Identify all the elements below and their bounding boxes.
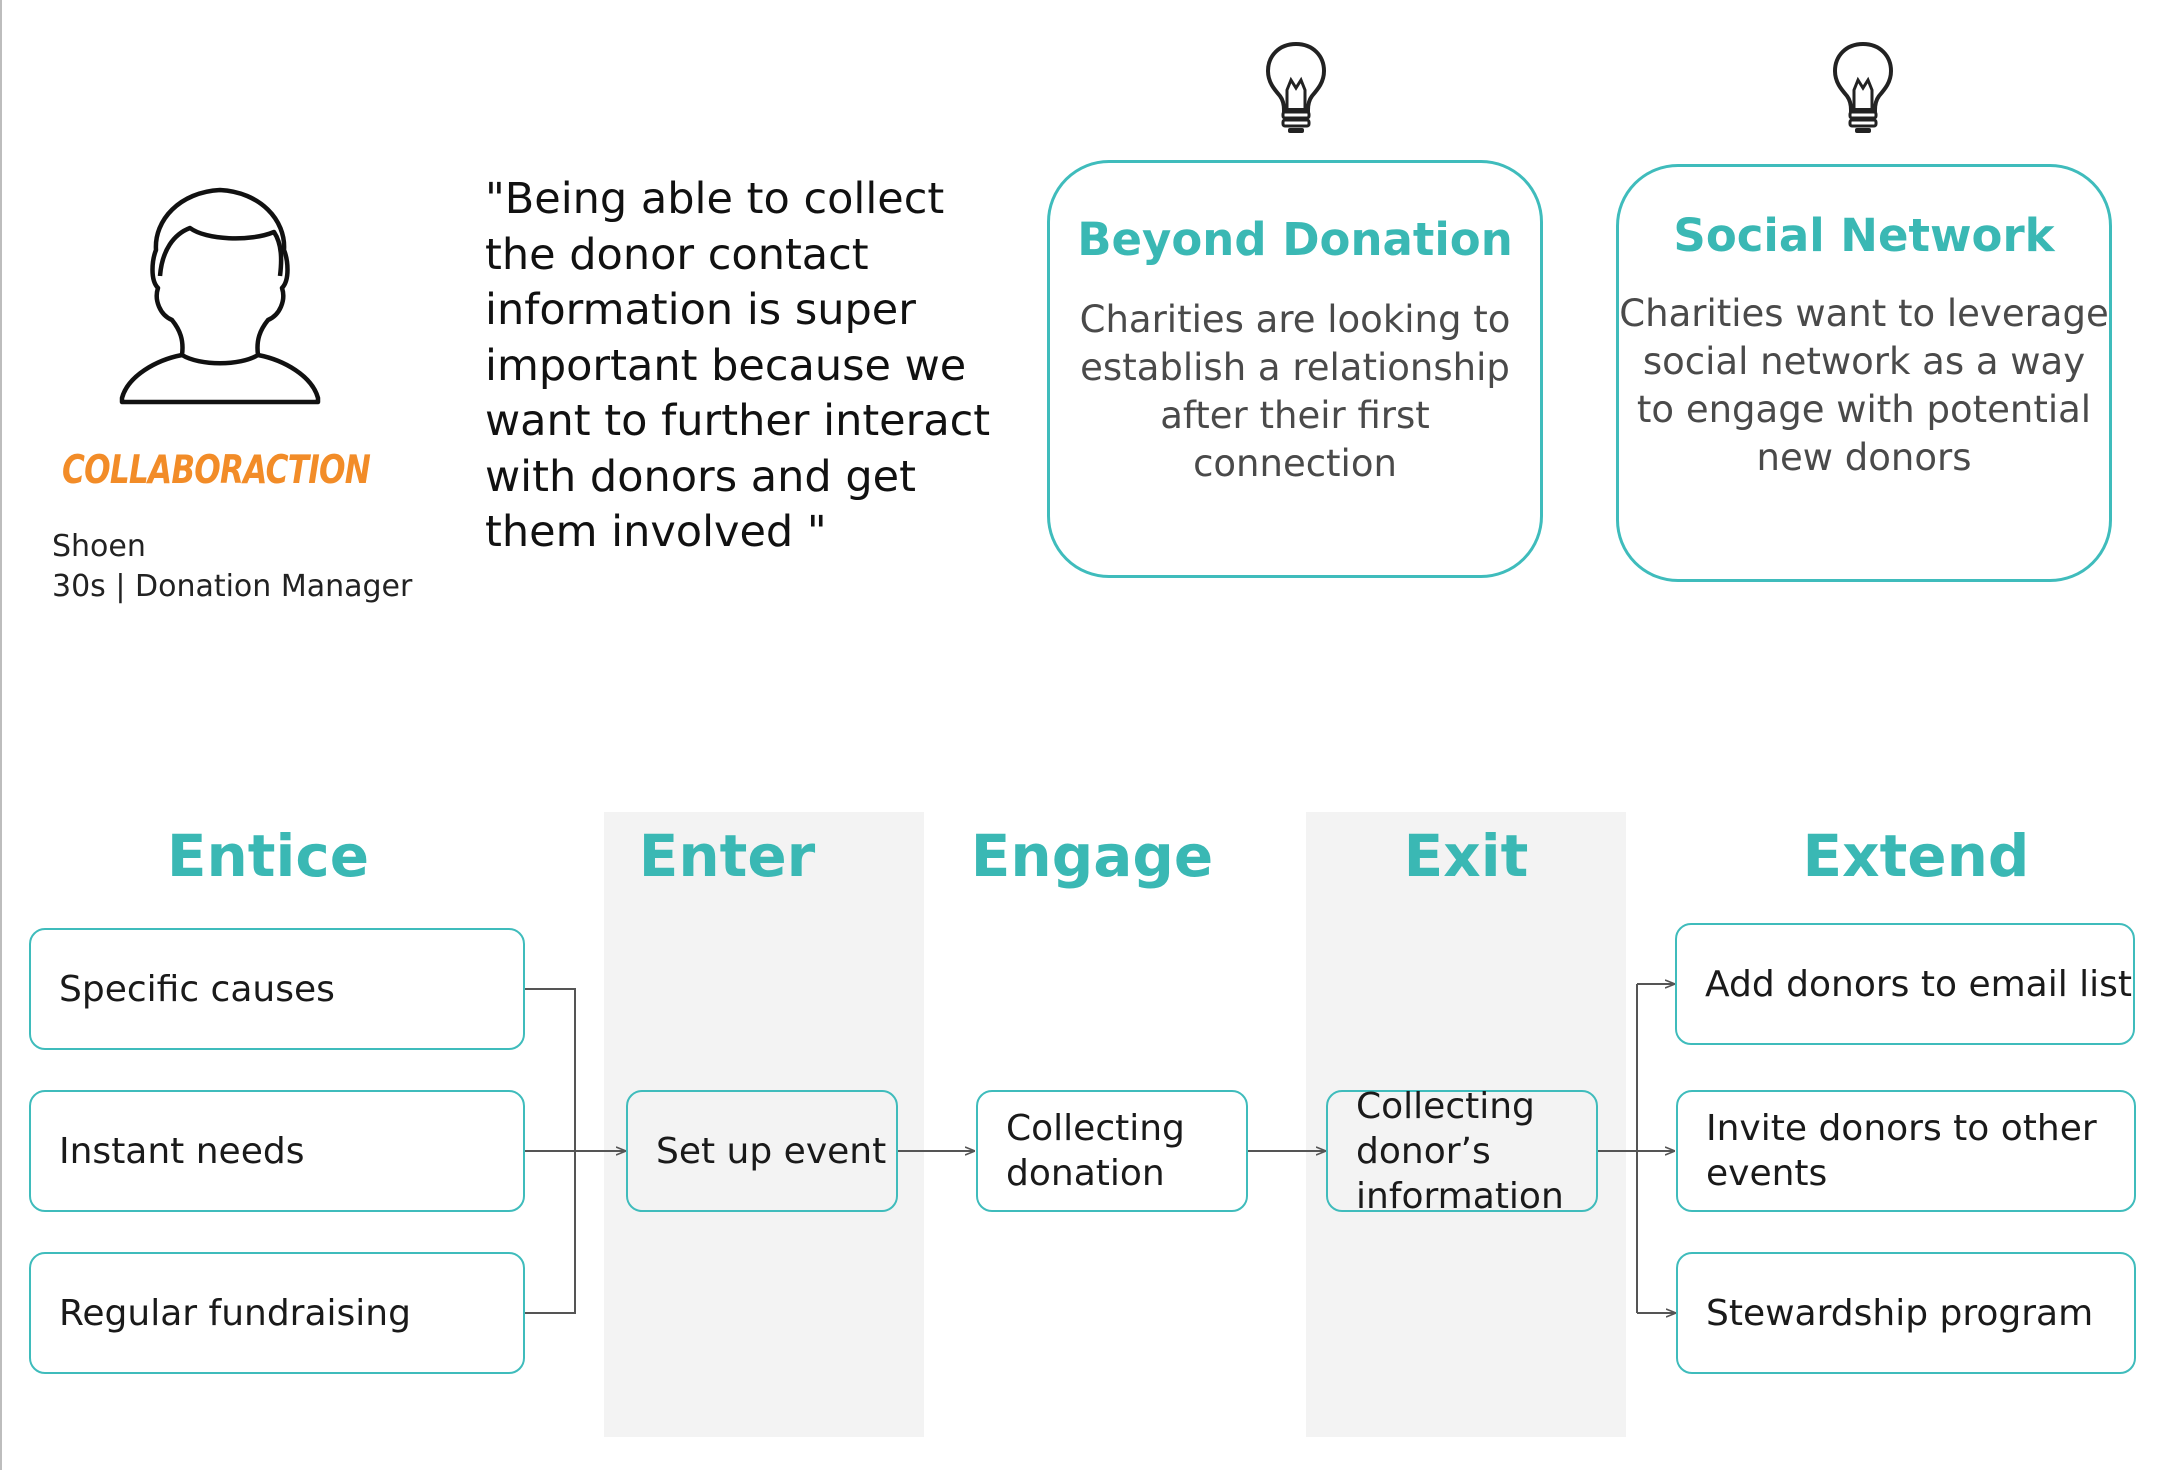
step-label: Collecting donor’s information	[1356, 1084, 1564, 1219]
step-label: Stewardship program	[1706, 1291, 2093, 1336]
step-label: Regular fundraising	[59, 1292, 411, 1334]
step-label-line: donor’s	[1356, 1130, 1491, 1172]
step-collecting-donation: Collecting donation	[976, 1090, 1248, 1212]
step-set-up-event: Set up event	[626, 1090, 898, 1212]
step-regular-fundraising: Regular fundraising	[29, 1252, 525, 1374]
step-label-line: donation	[1006, 1153, 1165, 1194]
step-add-donors-email-list: Add donors to email list	[1675, 923, 2135, 1045]
step-label: Specific causes	[59, 968, 335, 1010]
step-label-line: Collecting	[1356, 1085, 1535, 1127]
step-invite-donors-events: Invite donors to other events	[1676, 1090, 2136, 1212]
step-label-line: Invite donors to other	[1706, 1108, 2097, 1149]
step-label-line: information	[1356, 1175, 1564, 1217]
step-specific-causes: Specific causes	[29, 928, 525, 1050]
step-label: Invite donors to other events	[1706, 1106, 2097, 1196]
step-instant-needs: Instant needs	[29, 1090, 525, 1212]
step-label-line: Stewardship program	[1706, 1292, 2094, 1334]
flow-connectors	[524, 0, 2159, 1470]
step-label: Set up event	[656, 1130, 887, 1172]
step-label: Instant needs	[59, 1130, 305, 1172]
step-label-line: Collecting	[1006, 1108, 1185, 1149]
step-label-line: events	[1706, 1153, 1828, 1194]
step-collecting-donor-information: Collecting donor’s information	[1326, 1086, 1598, 1217]
step-label: Add donors to email list	[1705, 962, 2132, 1007]
step-label: Collecting donation	[1006, 1106, 1185, 1196]
step-label-line: Add donors to email list	[1705, 963, 2133, 1005]
step-stewardship-program: Stewardship program	[1676, 1252, 2136, 1374]
